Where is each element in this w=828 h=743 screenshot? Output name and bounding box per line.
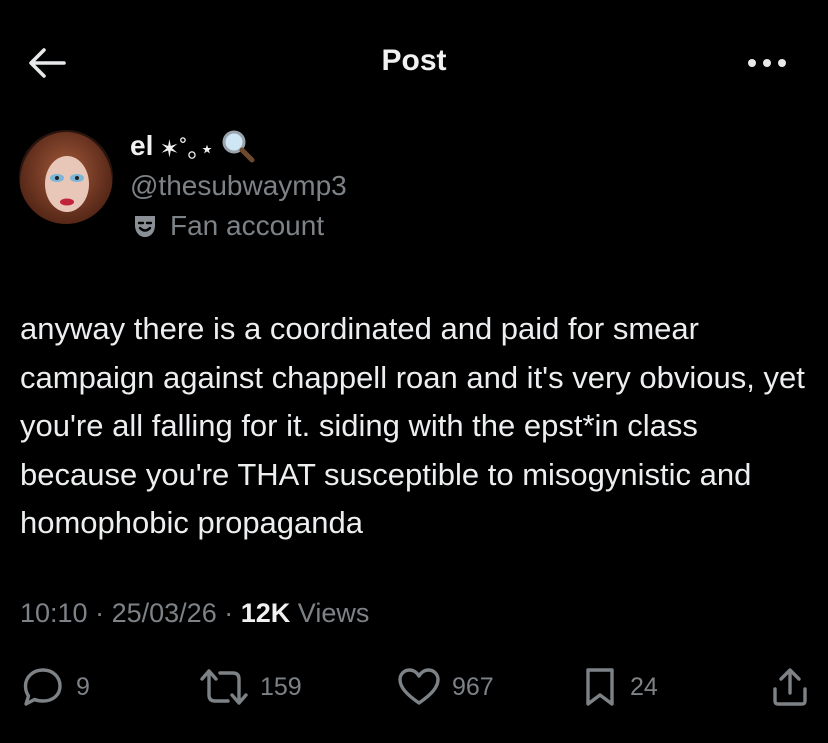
post-time: 10:10 bbox=[20, 598, 88, 628]
top-bar: Post bbox=[0, 0, 828, 125]
views-label: Views bbox=[297, 598, 370, 628]
affiliation-label: Fan account bbox=[170, 210, 325, 241]
post-date: 25/03/26 bbox=[111, 598, 217, 628]
reply-button[interactable]: 9 bbox=[20, 662, 90, 712]
like-count: 967 bbox=[452, 672, 494, 701]
reply-icon bbox=[23, 668, 62, 706]
share-icon bbox=[773, 668, 807, 706]
repost-button[interactable]: 159 bbox=[198, 662, 302, 712]
bookmark-icon bbox=[586, 668, 614, 706]
page-title: Post bbox=[381, 44, 447, 77]
post-text: anyway there is a coordinated and paid f… bbox=[20, 311, 805, 540]
magnifying-glass-icon bbox=[222, 130, 255, 163]
more-options-button[interactable] bbox=[742, 48, 792, 78]
author-name: el bbox=[130, 130, 154, 161]
heart-icon bbox=[398, 668, 440, 705]
author-handle[interactable]: @thesubwaymp3 bbox=[130, 170, 347, 202]
views-count: 12K bbox=[240, 598, 291, 628]
meta-separator: · bbox=[224, 598, 234, 628]
repost-count: 159 bbox=[260, 672, 302, 701]
meta-separator: · bbox=[95, 598, 105, 628]
action-bar: 9 159 967 24 bbox=[0, 662, 828, 712]
repost-icon bbox=[200, 669, 248, 705]
like-button[interactable]: 967 bbox=[396, 662, 494, 712]
avatar[interactable] bbox=[19, 130, 113, 224]
bookmark-count: 24 bbox=[630, 672, 658, 701]
post-meta: 10:10 · 25/03/26 · 12K Views bbox=[20, 598, 369, 629]
share-button[interactable] bbox=[768, 662, 812, 712]
affiliation-badge: Fan account bbox=[130, 210, 324, 242]
bookmark-button[interactable]: 24 bbox=[580, 662, 658, 712]
theater-mask-icon bbox=[135, 216, 155, 237]
author-name-row[interactable]: el ✶˚｡⋆ bbox=[130, 128, 256, 164]
avatar-image bbox=[19, 130, 113, 224]
author-name-decoration: ✶˚｡⋆ bbox=[159, 135, 215, 163]
more-horizontal-icon bbox=[748, 59, 786, 67]
reply-count: 9 bbox=[76, 672, 90, 701]
